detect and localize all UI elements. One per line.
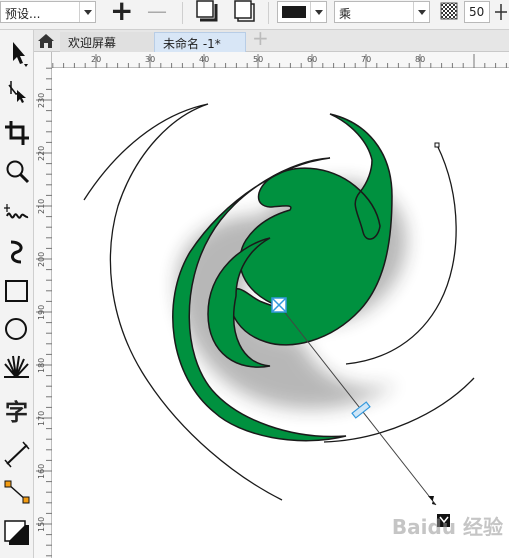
tab-label: 欢迎屏幕 (68, 36, 117, 50)
opacity-input[interactable]: 50 (464, 1, 490, 23)
canvas-drawing (83, 103, 475, 527)
home-button[interactable] (36, 32, 56, 50)
tab-label: 未命名 -1* (163, 37, 221, 51)
horizontal-ruler[interactable]: 20 30 40 50 60 70 80 (52, 52, 509, 68)
ruler-label: 50 (253, 55, 263, 64)
toolbox: 字 (0, 30, 34, 558)
shadow-color-swatch (282, 6, 306, 18)
artistic-media-icon (10, 240, 23, 264)
chevron-down-icon[interactable] (79, 2, 95, 22)
zoom-tool[interactable] (2, 156, 32, 186)
document-tab-bar: 欢迎屏幕 未命名 -1* + (34, 26, 509, 52)
freehand-tool[interactable] (2, 200, 32, 230)
shadow-perspective-icon (196, 0, 218, 22)
parallel-dimension-tool[interactable] (2, 440, 32, 470)
connector-tool[interactable] (2, 476, 32, 506)
add-preset-label: + (110, 0, 134, 27)
chevron-down-icon[interactable] (413, 2, 429, 22)
ruler-label: 200 (37, 252, 46, 267)
merge-mode-value: 乘 (339, 7, 352, 21)
drop-shadow-tool[interactable] (2, 518, 32, 548)
shadow-start-handle[interactable] (271, 297, 287, 313)
ruler-label: 80 (415, 55, 425, 64)
merge-mode-dropdown[interactable]: 乘 (334, 1, 430, 23)
ruler-label: 40 (199, 55, 209, 64)
vertical-ruler-ticks: 230 220 210 200 190 180 170 160 150 (36, 67, 52, 557)
connector-icon (4, 480, 30, 504)
ruler-label: 70 (361, 55, 371, 64)
ruler-label: 60 (307, 55, 317, 64)
magnifier-icon (6, 160, 30, 184)
dimension-line-icon (4, 441, 30, 468)
drawing-canvas[interactable]: Baidu 经验 (52, 68, 509, 558)
vertical-ruler[interactable]: 230 220 210 200 190 180 170 160 150 (34, 52, 52, 558)
shadow-perspective-button[interactable] (192, 0, 218, 24)
shape-node-icon (8, 81, 26, 103)
rectangle-icon (5, 280, 28, 302)
shadow-color-picker[interactable] (277, 1, 327, 23)
drop-shadow-icon (4, 520, 29, 545)
path-end-node[interactable] (434, 142, 440, 148)
ruler-label: 30 (145, 55, 155, 64)
preset-dropdown[interactable]: 预设... (0, 1, 96, 23)
shape-tool[interactable] (2, 76, 32, 106)
tab-untitled-document[interactable]: 未命名 -1* (154, 32, 246, 52)
ruler-label: 210 (37, 199, 46, 214)
pick-tool[interactable] (2, 38, 32, 68)
text-tool-glyph: 字 (5, 400, 28, 426)
ruler-label: 220 (37, 146, 46, 161)
checkerboard-icon (440, 2, 458, 20)
ellipse-tool[interactable] (2, 314, 32, 344)
horizontal-ruler-ticks: 20 30 40 50 60 70 80 (52, 54, 507, 68)
separator (268, 2, 269, 24)
fan-lines-icon (4, 355, 29, 378)
ellipse-icon (5, 318, 27, 340)
text-tool[interactable]: 字 (2, 392, 32, 426)
rectangle-tool[interactable] (2, 276, 32, 306)
chevron-down-icon[interactable] (310, 2, 326, 22)
new-tab-label: + (252, 26, 269, 50)
separator (182, 2, 183, 24)
ruler-label: 190 (37, 305, 46, 320)
tab-welcome-screen[interactable]: 欢迎屏幕 (60, 32, 154, 52)
plus-icon (495, 4, 507, 20)
artistic-media-tool[interactable] (2, 236, 32, 266)
ruler-label: 20 (91, 55, 101, 64)
crop-tool[interactable] (2, 118, 32, 148)
home-icon (38, 34, 54, 48)
green-swirl-shape[interactable] (229, 113, 393, 346)
ruler-label: 150 (37, 517, 46, 532)
crop-icon (5, 121, 29, 145)
new-tab-button[interactable]: + (250, 26, 270, 50)
opacity-value: 50 (469, 5, 485, 19)
shadow-opacity-slider[interactable] (351, 401, 371, 419)
pointer-arrow-icon (13, 42, 28, 67)
opacity-stepper[interactable] (493, 0, 509, 24)
ruler-label: 160 (37, 464, 46, 479)
ruler-label: 170 (37, 411, 46, 426)
shadow-flat-icon (234, 0, 255, 22)
transparency-button[interactable] (437, 0, 461, 24)
polygon-tool[interactable] (2, 352, 32, 382)
shadow-flat-button[interactable] (230, 0, 256, 24)
remove-preset-label: — (147, 0, 167, 23)
watermark: Baidu 经验 (391, 515, 503, 539)
freehand-icon (4, 204, 29, 219)
ruler-label: 180 (37, 358, 46, 373)
ruler-label: 230 (37, 93, 46, 108)
preset-value: 预设... (5, 7, 41, 21)
add-preset-button[interactable]: + (107, 0, 134, 27)
remove-preset-button[interactable]: — (145, 0, 171, 24)
